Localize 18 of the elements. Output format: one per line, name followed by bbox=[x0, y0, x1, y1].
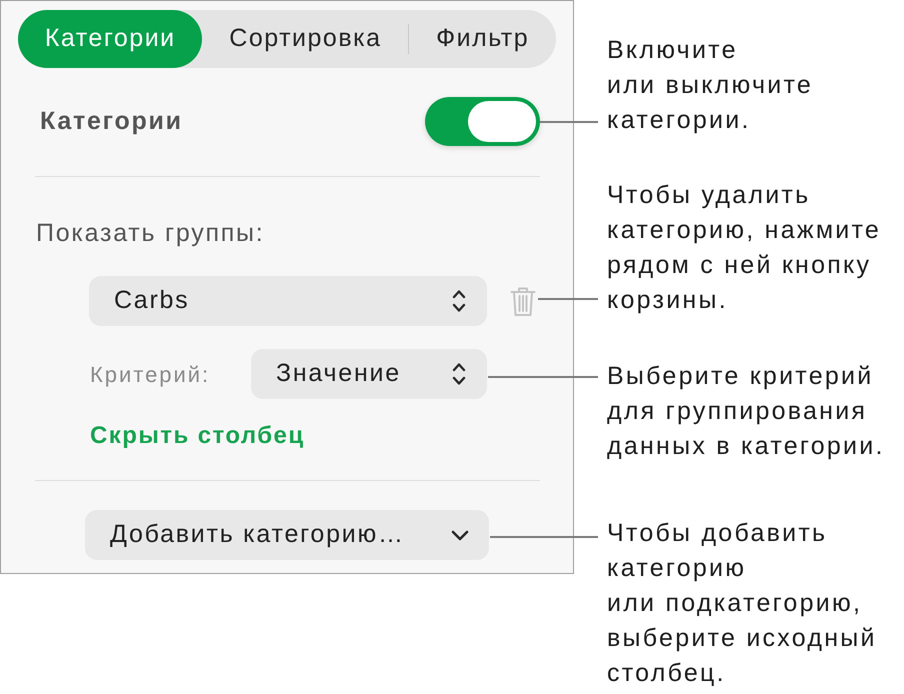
chevron-down-icon bbox=[451, 530, 469, 540]
callout-text: Выберите критерий для группирования данных в категории. bbox=[607, 361, 885, 462]
criterion-label: Критерий: bbox=[90, 360, 210, 389]
callout-text: Чтобы добавить категорию или подкатегорию, выберите исходный столбец. bbox=[607, 518, 878, 689]
callout-text: Включите или выключите категории. bbox=[607, 35, 814, 136]
leader-line bbox=[538, 298, 598, 300]
popup-menu[interactable]: Carbs bbox=[89, 276, 487, 326]
callout-text: Чтобы удалить категорию, нажмите рядом с ней кнопку корзины. bbox=[607, 180, 882, 316]
toggle-label: Категории bbox=[40, 106, 183, 137]
tab[interactable]: Фильтр bbox=[409, 10, 556, 68]
chevron-up-down-icon bbox=[452, 289, 466, 313]
section-label: Показать группы: bbox=[36, 219, 264, 247]
leader-line bbox=[540, 121, 598, 123]
popup-menu[interactable]: Значение bbox=[251, 349, 487, 399]
add-category-button[interactable]: Добавить категорию… bbox=[85, 510, 489, 560]
chevron-up-down-icon bbox=[452, 362, 466, 386]
tab[interactable]: Сортировка bbox=[202, 10, 408, 68]
toggle-switch[interactable] bbox=[425, 97, 540, 146]
